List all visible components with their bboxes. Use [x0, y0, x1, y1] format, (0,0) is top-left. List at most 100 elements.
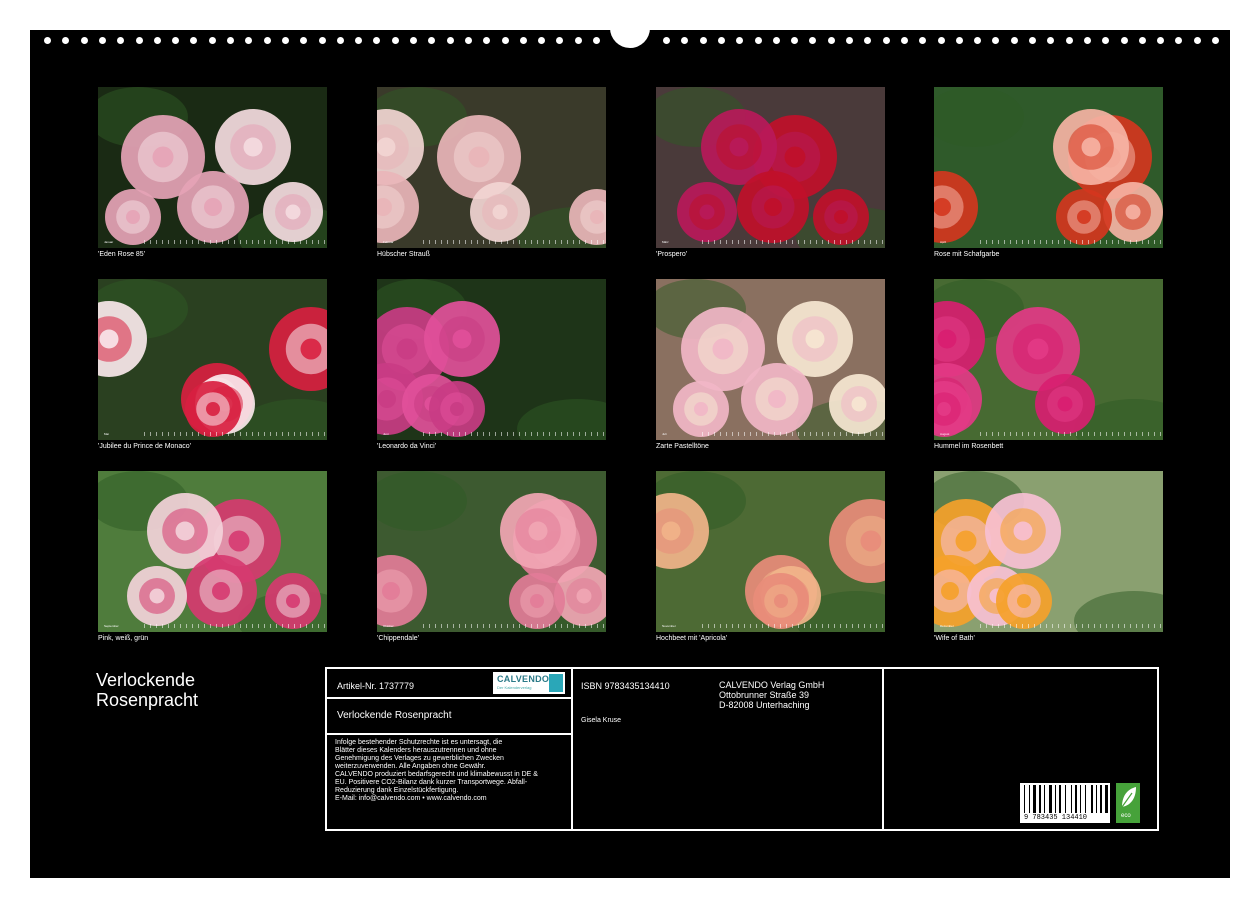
binding-hole	[864, 37, 872, 44]
barcode: 9 783435 134410	[1020, 783, 1110, 823]
calendar-title-line1: Verlockende	[96, 670, 196, 690]
calendar-title-line2: Rosenpracht	[96, 690, 199, 710]
rose-photo: August	[934, 279, 1163, 440]
binding-hole	[80, 37, 88, 44]
product-title: Verlockende Rosenpracht	[337, 710, 452, 721]
rose-photo: Oktober	[377, 471, 606, 632]
legal-notice: Infolge bestehender Schutzrechte ist es …	[335, 739, 538, 802]
strip-day-ticks	[702, 432, 885, 436]
strip-day-ticks	[702, 624, 885, 628]
calendar-day-strip: Juni	[377, 430, 606, 438]
calendar-day-strip: August	[934, 430, 1163, 438]
photo-caption: Hummel im Rosenbett	[934, 443, 1004, 450]
calendar-title: Verlockende Rosenpracht	[96, 670, 198, 710]
rose-photo: November	[656, 471, 885, 632]
binding-hole	[699, 37, 707, 44]
publisher-line1: CALVENDO Verlag GmbH	[719, 680, 825, 690]
photo-caption: Zarte Pastelltöne	[656, 443, 709, 450]
calendar-day-strip: April	[934, 238, 1163, 246]
rose-photo: Mai	[98, 279, 327, 440]
divider	[327, 733, 571, 735]
photo-image	[377, 471, 606, 632]
binding-hole	[1157, 37, 1165, 44]
photo-caption: 'Leonardo da Vinci'	[377, 443, 436, 450]
strip-month-label: Juni	[383, 432, 389, 436]
strip-day-ticks	[423, 432, 606, 436]
rose-photo: Juli	[656, 279, 885, 440]
binding-hole	[135, 37, 143, 44]
binding-hole	[717, 37, 725, 44]
photo-image	[656, 471, 885, 632]
photo-caption: Rose mit Schafgarbe	[934, 251, 1000, 258]
photo-image	[934, 279, 1163, 440]
calendar-day-strip: Juli	[656, 430, 885, 438]
leaf-icon	[1121, 787, 1136, 808]
strip-month-label: April	[940, 240, 947, 244]
divider	[571, 669, 573, 829]
strip-day-ticks	[423, 240, 606, 244]
info-box: Artikel-Nr. 1737779 CALVENDO Der Kalende…	[325, 667, 1159, 831]
binding-hole	[410, 37, 417, 44]
isbn: ISBN 9783435134410	[581, 681, 670, 691]
photo-caption: 'Jubilee du Prince de Monaco'	[98, 443, 191, 450]
binding-hole	[574, 37, 582, 44]
rose-photo: März	[656, 87, 885, 248]
strip-month-label: Juli	[662, 432, 667, 436]
strip-day-ticks	[423, 624, 606, 628]
binding-hole	[98, 37, 106, 44]
binding-hole	[754, 37, 762, 44]
binding-hole	[300, 37, 308, 44]
binding-hole	[1065, 37, 1073, 44]
binding-hole	[809, 37, 817, 44]
binding-hole	[681, 37, 689, 44]
binding-hole	[501, 37, 509, 44]
rose-photo: September	[98, 471, 327, 632]
photo-image	[98, 87, 327, 248]
logo-text: CALVENDO	[497, 674, 550, 684]
binding-hole	[44, 37, 51, 44]
binding-hole	[318, 37, 326, 44]
binding-hole	[117, 37, 125, 44]
binding-hole	[827, 37, 835, 44]
binding-hole	[1138, 37, 1146, 44]
binding-hole	[1175, 37, 1183, 44]
calendar-day-strip: November	[656, 622, 885, 630]
rose-photo: Februar	[377, 87, 606, 248]
binding-hole	[336, 37, 344, 44]
strip-day-ticks	[144, 240, 327, 244]
publisher-line2: Ottobrunner Straße 39	[719, 690, 810, 700]
binding-hole	[919, 37, 927, 44]
binding-hole	[736, 37, 744, 44]
calendar-day-strip: Februar	[377, 238, 606, 246]
binding-hole	[1047, 37, 1055, 44]
strip-month-label: Oktober	[383, 624, 394, 628]
logo-mark-icon	[549, 674, 563, 692]
binding-hole	[172, 37, 180, 44]
binding-hole	[900, 37, 908, 44]
logo-subtitle: Der Kalenderverlag	[497, 685, 532, 690]
strip-month-label: August	[940, 432, 950, 436]
strip-day-ticks	[144, 624, 327, 628]
calendar-day-strip: Dezember	[934, 622, 1163, 630]
binding-hole	[227, 37, 234, 44]
photo-caption: Pink, weiß, grün	[98, 635, 149, 642]
calendar-day-strip: September	[98, 622, 327, 630]
binding-hole	[1029, 37, 1036, 44]
barcode-bars	[1024, 785, 1108, 813]
photo-image	[934, 87, 1163, 248]
strip-day-ticks	[980, 432, 1163, 436]
binding-hole	[882, 37, 890, 44]
binding-hole	[153, 37, 161, 44]
calendar-day-strip: Mai	[98, 430, 327, 438]
binding-hole	[974, 37, 982, 44]
binding-hole	[992, 37, 1000, 44]
eco-label: eco	[1121, 813, 1131, 819]
rose-photo: Dezember	[934, 471, 1163, 632]
binding-hole	[1120, 37, 1128, 44]
strip-day-ticks	[144, 432, 327, 436]
photo-caption: Hochbeet mit 'Apricola'	[656, 635, 728, 642]
photo-caption: 'Prospero'	[656, 251, 688, 258]
strip-day-ticks	[980, 240, 1163, 244]
binding-hole	[62, 37, 70, 44]
strip-month-label: Dezember	[940, 624, 954, 628]
